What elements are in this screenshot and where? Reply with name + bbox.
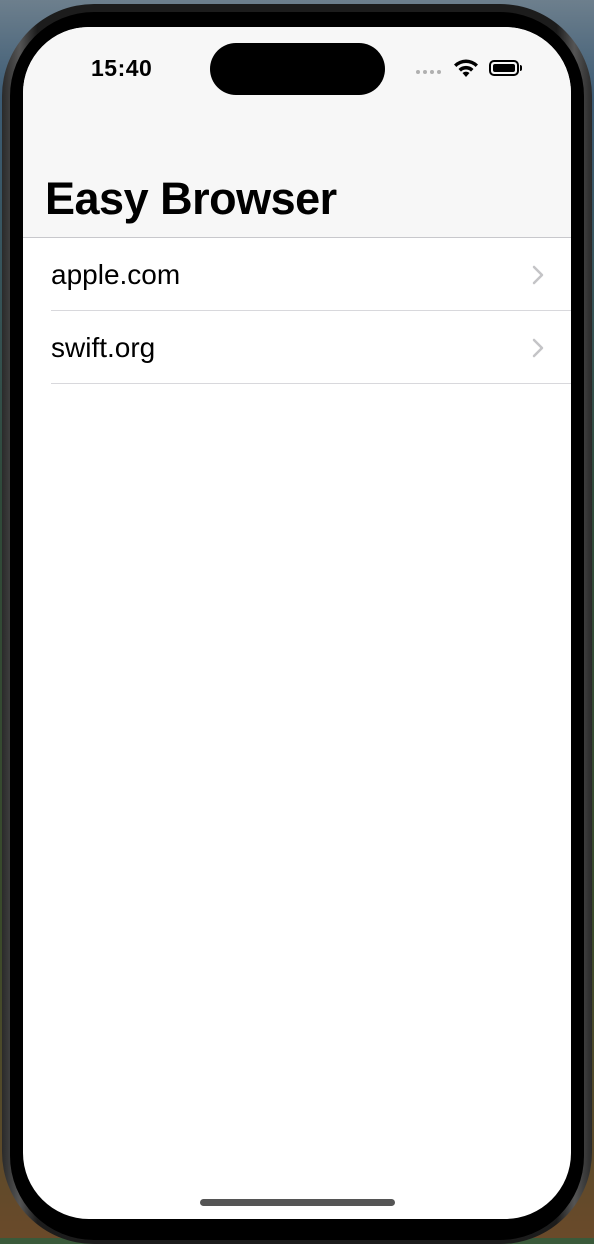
cellular-signal-dots-icon — [416, 70, 441, 74]
battery-icon — [489, 60, 522, 76]
site-list: apple.com swift.org — [23, 238, 571, 384]
list-item-apple[interactable]: apple.com — [23, 238, 571, 311]
row-separator — [51, 383, 571, 384]
phone-screen: 15:40 Easy Browser apple.com swift.org — [23, 27, 571, 1219]
home-indicator[interactable] — [200, 1199, 395, 1206]
dynamic-island — [210, 43, 385, 95]
page-title: Easy Browser — [45, 173, 337, 224]
status-indicators — [416, 57, 522, 79]
list-item-swift[interactable]: swift.org — [23, 311, 571, 384]
navigation-bar: 15:40 Easy Browser — [23, 27, 571, 238]
list-item-label: apple.com — [51, 258, 181, 290]
wifi-icon — [454, 59, 478, 77]
chevron-right-icon — [532, 265, 544, 284]
list-item-label: swift.org — [51, 331, 156, 363]
chevron-right-icon — [532, 338, 544, 357]
status-time: 15:40 — [91, 55, 153, 81]
